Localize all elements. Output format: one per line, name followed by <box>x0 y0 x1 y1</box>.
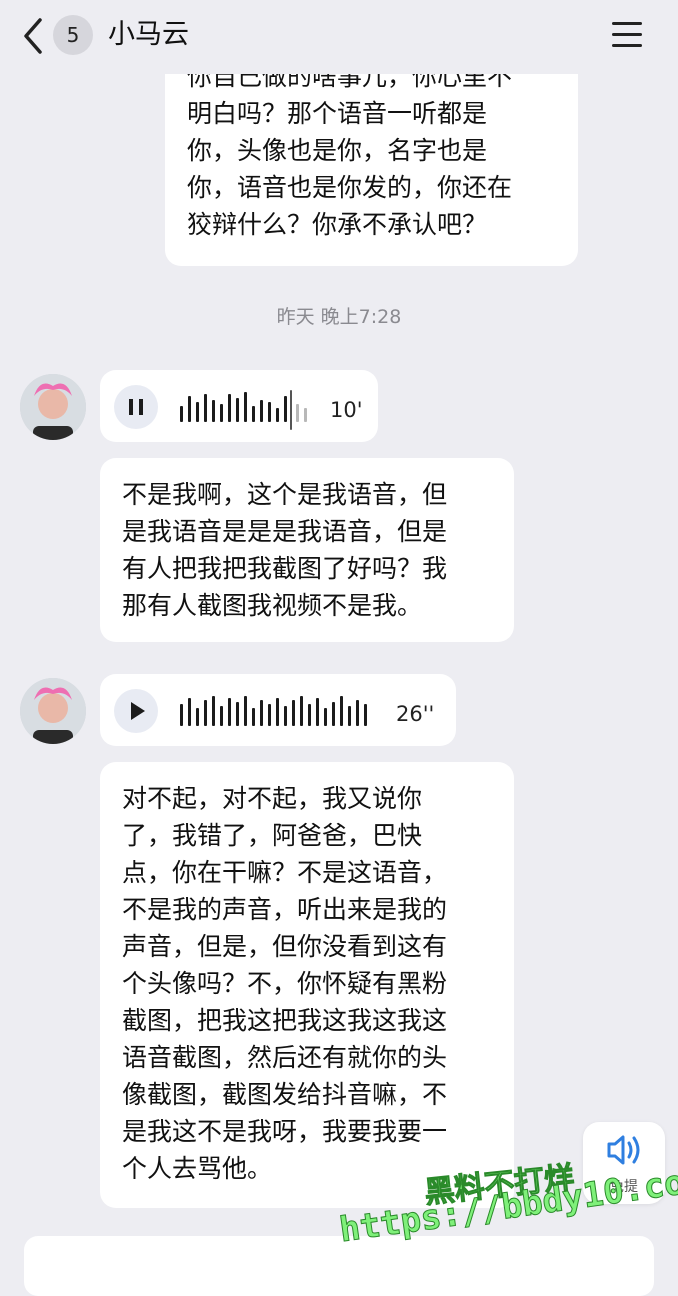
message-text-line: 你，头像也是你，名字也是 <box>187 136 488 165</box>
message-text-line: 点，你在干嘛？不是这语音， <box>122 858 448 887</box>
voice-transcript-bubble[interactable]: 对不起，对不起，我又说你 了，我错了，阿爸爸，巴快 点，你在干嘛？不是这语音， … <box>100 762 514 1208</box>
message-text-line: 有人把我把我截图了好吗？我 <box>122 554 448 583</box>
voice-message-bubble[interactable]: 10' <box>100 370 378 442</box>
chat-header: 5 小马云 <box>0 0 678 74</box>
voice-duration: 10' <box>330 398 363 422</box>
avatar-image <box>20 374 86 440</box>
message-text-line: 语音截图，然后还有就你的头 <box>122 1043 448 1072</box>
message-text-line: 声音，但是，但你没看到这有 <box>122 932 448 961</box>
unread-count-badge[interactable]: 5 <box>53 15 93 55</box>
play-icon <box>131 702 145 720</box>
message-text-line: 明白吗？那个语音一听都是 <box>187 99 488 128</box>
menu-icon[interactable] <box>610 18 646 52</box>
chat-title: 小马云 <box>108 19 189 50</box>
message-text-line: 狡辩什么？你承不承认吧？ <box>187 210 488 239</box>
message-text-line: 截图，把我这把我这我这我这 <box>122 1006 448 1035</box>
message-text-line: 不是我啊，这个是我语音，但 <box>122 480 448 509</box>
avatar-image <box>20 678 86 744</box>
message-text-line: 不是我的声音，听出来是我的 <box>122 895 448 924</box>
pause-icon <box>129 399 143 415</box>
message-text-line: 像截图，截图发给抖音嘛，不 <box>122 1080 448 1109</box>
voice-transcript-bubble[interactable]: 不是我啊，这个是我语音，但 是我语音是是是我语音，但是 有人把我把我截图了好吗？… <box>100 458 514 642</box>
pause-button[interactable] <box>114 385 158 429</box>
play-button[interactable] <box>114 689 158 733</box>
message-text-line: 是我语音是是是我语音，但是 <box>122 517 448 546</box>
avatar[interactable] <box>20 678 86 744</box>
avatar[interactable] <box>20 374 86 440</box>
message-text-line: 是我这不是我呀，我要我要一 <box>122 1117 448 1146</box>
message-timestamp: 昨天 晚上7:28 <box>276 306 402 328</box>
voice-duration: 26'' <box>396 702 435 726</box>
message-text-line: 了，我错了，阿爸爸，巴快 <box>122 821 423 850</box>
message-text-line: 对不起，对不起，我又说你 <box>122 784 423 813</box>
message-text-line: 个头像吗？不，你怀疑有黑粉 <box>122 969 448 998</box>
back-arrow-icon[interactable] <box>18 14 48 58</box>
message-input-area[interactable] <box>24 1236 654 1296</box>
message-text-line: 你，语音也是你发的，你还在 <box>187 173 513 202</box>
voice-message-bubble[interactable]: 26'' <box>100 674 456 746</box>
message-text-line: 那有人截图我视频不是我。 <box>122 591 423 620</box>
